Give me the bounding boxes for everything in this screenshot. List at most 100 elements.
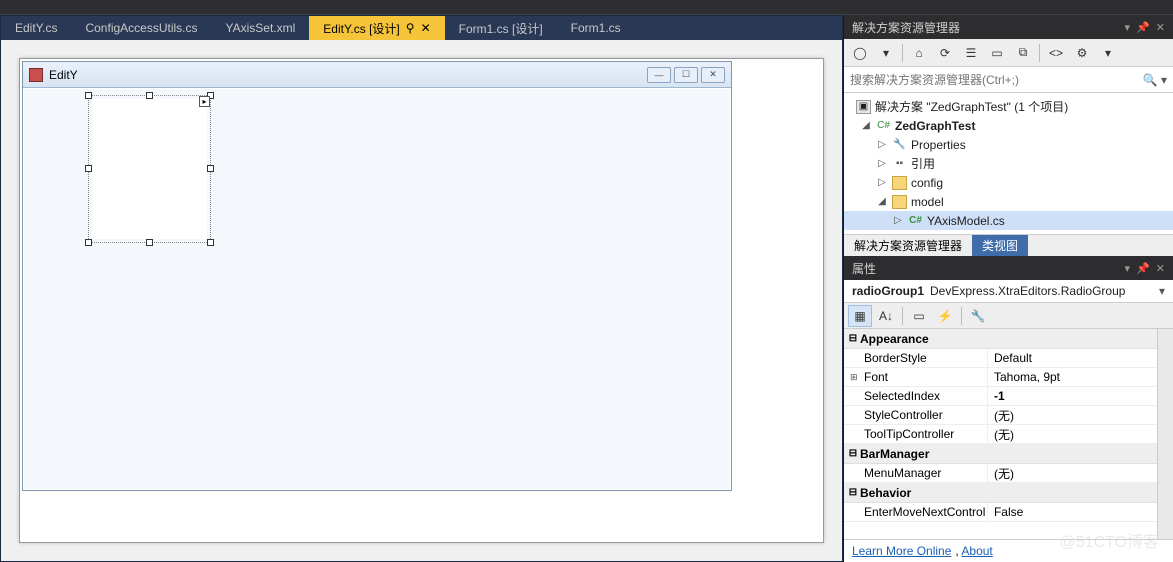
- form-title-text: EditY: [49, 68, 78, 82]
- properties-header: 属性 ▾ 📌 ✕: [844, 256, 1173, 280]
- resize-handle[interactable]: [207, 165, 214, 172]
- property-value[interactable]: Tahoma, 9pt: [988, 368, 1157, 386]
- tree-solution[interactable]: ▣ 解决方案 "ZedGraphTest" (1 个项目): [844, 97, 1173, 116]
- tree-label: ZedGraphTest: [895, 119, 975, 133]
- sync-icon[interactable]: ⟳: [933, 42, 957, 64]
- panel-menu-icon[interactable]: ▾: [1125, 262, 1131, 275]
- expand-icon[interactable]: ▷: [876, 158, 888, 169]
- resize-handle[interactable]: [85, 239, 92, 246]
- document-tab[interactable]: EditY.cs [设计]⚲✕: [309, 16, 444, 40]
- smart-tag-glyph[interactable]: ▸: [199, 96, 210, 107]
- radiogroup-control[interactable]: ▸: [92, 99, 207, 239]
- csharp-file-icon: C#: [908, 214, 923, 228]
- property-value[interactable]: (无): [988, 425, 1157, 443]
- designer-surface[interactable]: EditY — ☐ ✕: [19, 58, 824, 543]
- search-input[interactable]: [850, 73, 1143, 87]
- document-tab[interactable]: ConfigAccessUtils.cs: [71, 16, 211, 40]
- close-icon[interactable]: ✕: [1156, 21, 1165, 34]
- home-icon[interactable]: ⌂: [907, 42, 931, 64]
- property-value[interactable]: False: [988, 503, 1157, 521]
- property-row[interactable]: StyleController(无): [844, 406, 1157, 425]
- pending-icon[interactable]: ☰: [959, 42, 983, 64]
- categorized-icon[interactable]: ▦: [848, 305, 872, 327]
- maximize-button[interactable]: ☐: [674, 67, 698, 83]
- property-value[interactable]: -1: [988, 387, 1157, 405]
- property-object-selector[interactable]: radioGroup1 DevExpress.XtraEditors.Radio…: [844, 280, 1173, 303]
- preview-icon[interactable]: ▾: [1096, 42, 1120, 64]
- resize-handle[interactable]: [85, 165, 92, 172]
- property-category[interactable]: ⊟Appearance: [844, 329, 1157, 349]
- document-tab[interactable]: YAxisSet.xml: [212, 16, 310, 40]
- solution-explorer-header: 解决方案资源管理器 ▾ 📌 ✕: [844, 15, 1173, 39]
- tab-solution-explorer[interactable]: 解决方案资源管理器: [844, 235, 972, 256]
- properties-icon[interactable]: ⚙: [1070, 42, 1094, 64]
- property-category[interactable]: ⊟Behavior: [844, 483, 1157, 503]
- events-icon[interactable]: ⚡: [933, 305, 957, 327]
- resize-handle[interactable]: [146, 92, 153, 99]
- about-link[interactable]: About: [961, 544, 992, 558]
- form-body[interactable]: ▸: [24, 89, 730, 489]
- tree-properties[interactable]: ▷ 🔧 Properties: [844, 135, 1173, 154]
- property-row[interactable]: SelectedIndex-1: [844, 387, 1157, 406]
- property-value[interactable]: Default: [988, 349, 1157, 367]
- expand-icon[interactable]: ▷: [892, 215, 904, 226]
- solution-explorer-title: 解决方案资源管理器: [852, 19, 960, 36]
- properties-page-icon[interactable]: ▭: [907, 305, 931, 327]
- property-value[interactable]: (无): [988, 406, 1157, 424]
- pin-icon[interactable]: 📌: [1136, 262, 1150, 275]
- show-all-icon[interactable]: ▭: [985, 42, 1009, 64]
- tree-references[interactable]: ▷ ▪▪ 引用: [844, 154, 1173, 173]
- collapse-icon[interactable]: ⊟: [846, 487, 860, 498]
- view-code-icon[interactable]: <>: [1044, 42, 1068, 64]
- expand-icon[interactable]: ▷: [876, 177, 888, 188]
- close-icon[interactable]: ✕: [1156, 262, 1165, 275]
- solution-explorer-toolbar: ◯ ▾ ⌂ ⟳ ☰ ▭ ⧉ <> ⚙ ▾: [844, 39, 1173, 67]
- tree-folder-model[interactable]: ◢ model: [844, 192, 1173, 211]
- collapse-icon[interactable]: ⊟: [846, 448, 860, 459]
- property-value[interactable]: (无): [988, 464, 1157, 482]
- property-row[interactable]: EnterMoveNextControlFalse: [844, 503, 1157, 522]
- tree-project[interactable]: ◢ C# ZedGraphTest: [844, 116, 1173, 135]
- learn-more-link[interactable]: Learn More Online: [852, 544, 951, 558]
- expand-icon[interactable]: ◢: [860, 120, 872, 131]
- solution-explorer-tabs: 解决方案资源管理器 类视图: [844, 234, 1173, 256]
- document-tab[interactable]: EditY.cs: [1, 16, 71, 40]
- dropdown-icon[interactable]: ▾: [1159, 284, 1165, 298]
- property-grid[interactable]: ⊟AppearanceBorderStyleDefaultFontTahoma,…: [844, 329, 1157, 539]
- property-name: MenuManager: [844, 464, 988, 482]
- collapse-icon[interactable]: ⧉: [1011, 42, 1035, 64]
- alphabetical-icon[interactable]: A↓: [874, 305, 898, 327]
- expand-icon[interactable]: ▷: [876, 139, 888, 150]
- solution-explorer-search[interactable]: 🔍 ▾: [844, 67, 1173, 93]
- resize-handle[interactable]: [207, 239, 214, 246]
- minimize-button[interactable]: —: [647, 67, 671, 83]
- search-icon[interactable]: 🔍 ▾: [1143, 73, 1167, 87]
- property-pages-icon[interactable]: 🔧: [966, 305, 990, 327]
- collapse-icon[interactable]: ⊟: [846, 333, 860, 344]
- document-tab[interactable]: Form1.cs: [557, 16, 635, 40]
- tab-class-view[interactable]: 类视图: [972, 235, 1028, 256]
- resize-handle[interactable]: [85, 92, 92, 99]
- resize-handle[interactable]: [146, 239, 153, 246]
- scrollbar[interactable]: [1157, 329, 1173, 539]
- property-row[interactable]: FontTahoma, 9pt: [844, 368, 1157, 387]
- pin-icon[interactable]: ⚲: [406, 21, 415, 35]
- expand-icon[interactable]: ◢: [876, 196, 888, 207]
- document-tab[interactable]: Form1.cs [设计]: [445, 16, 557, 40]
- property-row[interactable]: ToolTipController(无): [844, 425, 1157, 444]
- property-category[interactable]: ⊟BarManager: [844, 444, 1157, 464]
- back-icon[interactable]: ◯: [848, 42, 872, 64]
- tree-folder-config[interactable]: ▷ config: [844, 173, 1173, 192]
- property-row[interactable]: BorderStyleDefault: [844, 349, 1157, 368]
- tree-file[interactable]: ▷ C# YAxisModel.cs: [844, 211, 1173, 230]
- property-row[interactable]: MenuManager(无): [844, 464, 1157, 483]
- close-button[interactable]: ✕: [701, 67, 725, 83]
- close-icon[interactable]: ✕: [421, 21, 431, 35]
- form-preview[interactable]: EditY — ☐ ✕: [22, 61, 732, 491]
- editor-area: EditY.csConfigAccessUtils.csYAxisSet.xml…: [0, 15, 843, 562]
- panel-menu-icon[interactable]: ▾: [1125, 21, 1131, 34]
- selected-object-name: radioGroup1: [852, 284, 924, 298]
- pin-icon[interactable]: 📌: [1136, 21, 1150, 34]
- property-name: ToolTipController: [844, 425, 988, 443]
- forward-icon[interactable]: ▾: [874, 42, 898, 64]
